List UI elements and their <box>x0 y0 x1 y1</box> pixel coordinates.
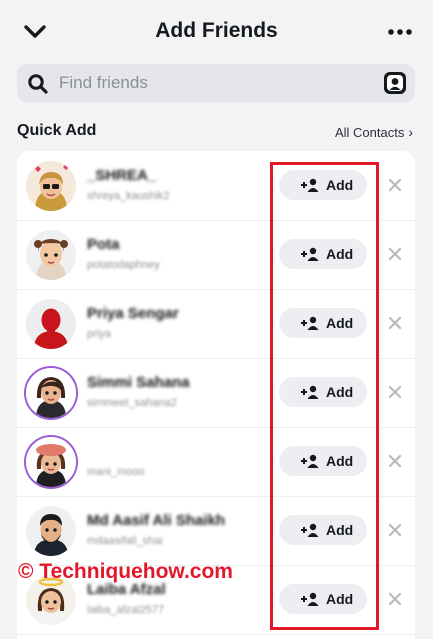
close-icon[interactable] <box>387 246 403 262</box>
close-icon[interactable] <box>387 591 403 607</box>
avatar[interactable] <box>26 230 76 280</box>
friend-username: laiba_afzal2577 <box>87 604 165 616</box>
all-contacts-link[interactable]: All Contacts › <box>335 124 413 140</box>
friend-name: Md Aasif Ali Shaikh <box>87 512 226 529</box>
close-icon[interactable] <box>387 384 403 400</box>
highlight-box <box>270 162 379 630</box>
friend-name: Priya Sengar <box>87 305 179 322</box>
search-icon <box>28 74 48 94</box>
friend-name: _SHREA_ <box>87 167 157 184</box>
search-input[interactable] <box>59 64 359 102</box>
friend-username: potatodaphney <box>87 259 160 271</box>
close-icon[interactable] <box>387 315 403 331</box>
search-bar[interactable] <box>17 64 415 102</box>
close-icon[interactable] <box>387 177 403 193</box>
watermark: © Techniquehow.com <box>18 560 233 583</box>
more-icon[interactable] <box>387 22 413 42</box>
avatar[interactable] <box>26 368 76 418</box>
friend-name: Pota <box>87 236 120 253</box>
friend-username: simmeet_sahana2 <box>87 397 177 409</box>
avatar[interactable] <box>26 161 76 211</box>
close-icon[interactable] <box>387 453 403 469</box>
friend-username: priya <box>87 328 111 340</box>
avatar[interactable] <box>26 299 76 349</box>
friend-name: Simmi Sahana <box>87 374 190 391</box>
quick-add-title: Quick Add <box>17 122 97 139</box>
friend-username: shreya_kaushik2 <box>87 190 170 202</box>
friend-username: mdaasifali_shai <box>87 535 163 547</box>
header: Add Friends <box>0 0 433 64</box>
bitmoji-icon[interactable] <box>384 72 406 94</box>
page-title: Add Friends <box>155 19 278 42</box>
chevron-right-icon: › <box>408 124 413 140</box>
friend-username: mani_mooo <box>87 466 145 478</box>
avatar[interactable] <box>26 437 76 487</box>
all-contacts-label: All Contacts <box>334 125 405 140</box>
avatar[interactable] <box>26 506 76 556</box>
close-icon[interactable] <box>387 522 403 538</box>
